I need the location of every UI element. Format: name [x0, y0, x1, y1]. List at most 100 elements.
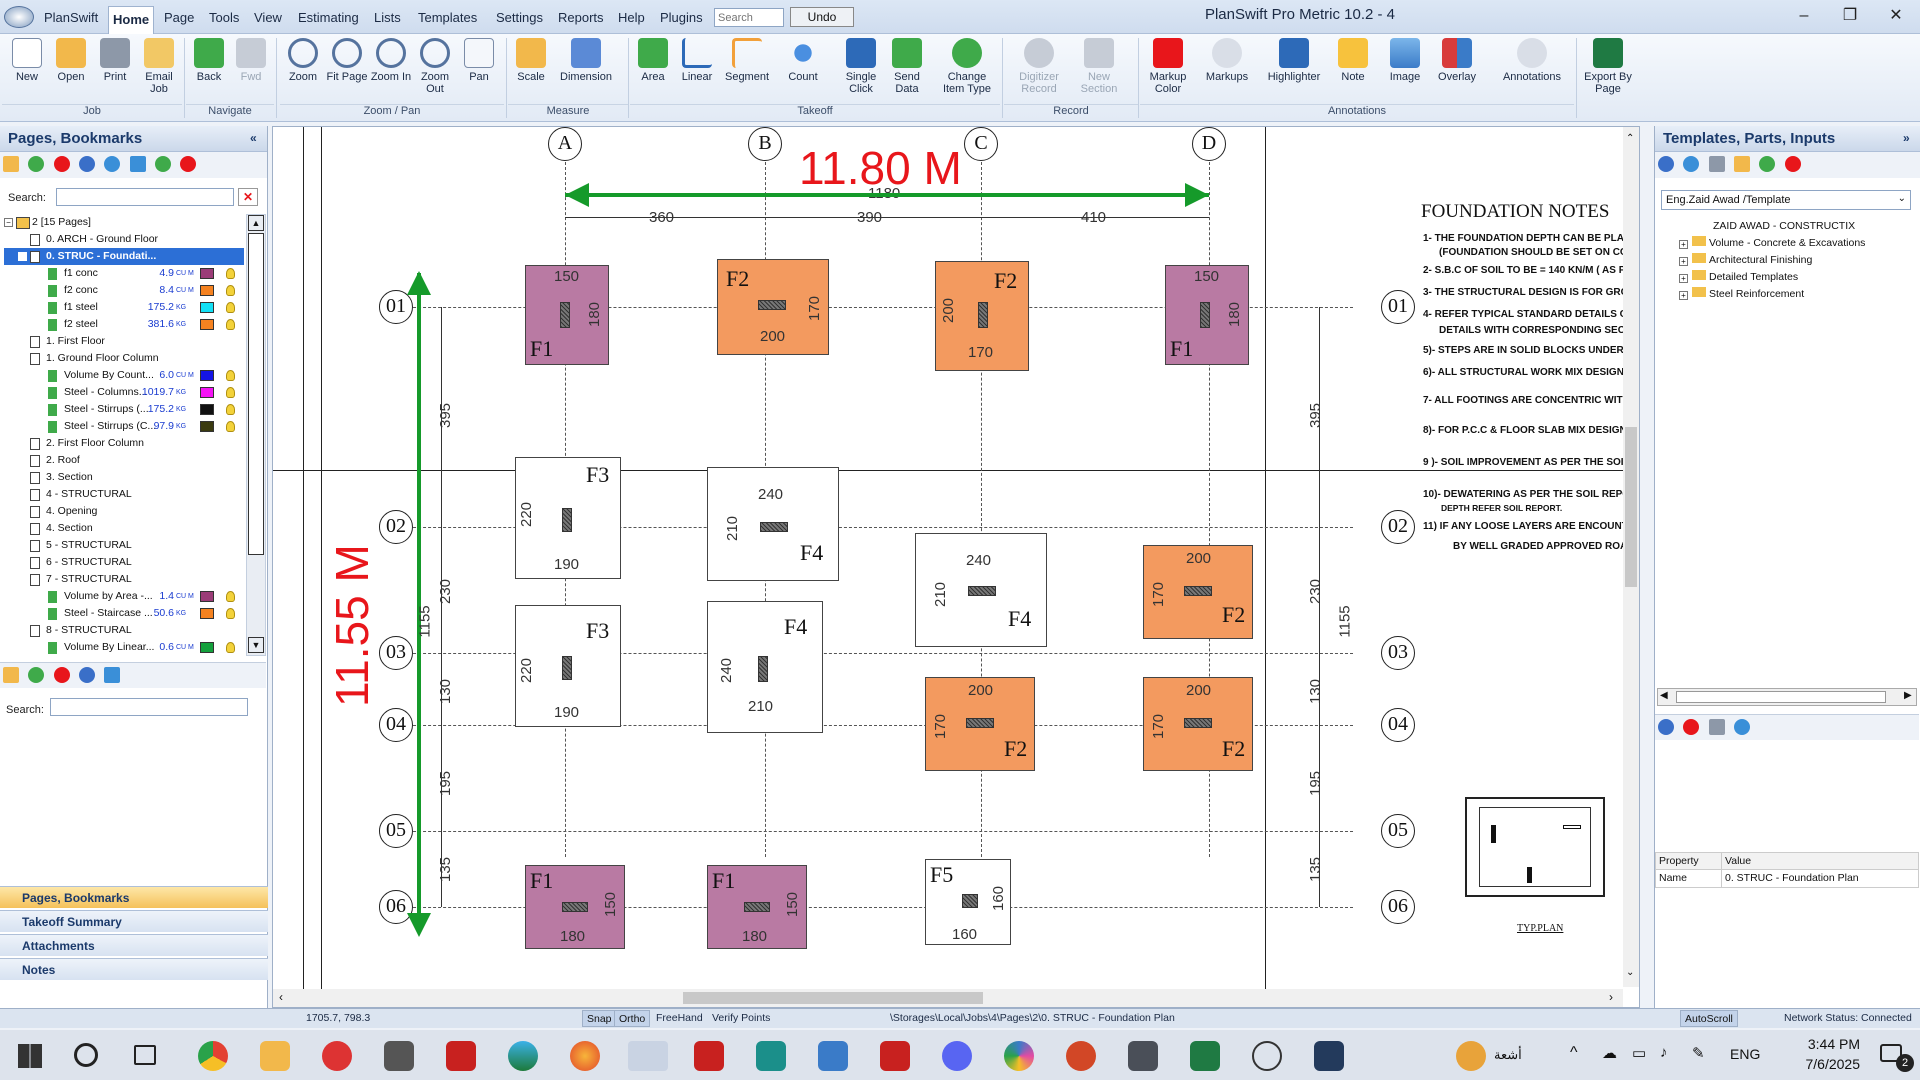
volume-icon[interactable]: ♪: [1660, 1044, 1668, 1061]
measure-line-vertical[interactable]: [417, 273, 421, 933]
planswift-logo-icon[interactable]: [4, 6, 34, 28]
color-swatch-icon[interactable]: [200, 268, 214, 279]
app-icon[interactable]: [818, 1041, 848, 1071]
autoscroll-toggle[interactable]: AutoScroll: [1680, 1010, 1738, 1027]
menu-app[interactable]: PlanSwift: [40, 8, 102, 28]
delete-icon[interactable]: [53, 667, 70, 683]
autocad-icon[interactable]: [880, 1041, 910, 1071]
menu-estimating[interactable]: Estimating: [294, 8, 363, 28]
tree-item[interactable]: + Steel Reinforcement: [1663, 286, 1919, 303]
expander-icon[interactable]: [18, 456, 27, 465]
footing-f2[interactable]: F2 200 170: [1143, 545, 1253, 639]
area-button[interactable]: Area: [630, 38, 676, 104]
tree-root[interactable]: ZAID AWAD - CONSTRUCTIX: [1663, 218, 1919, 235]
dimension-button[interactable]: Dimension: [556, 38, 616, 104]
delete-icon[interactable]: [53, 156, 70, 172]
page-row[interactable]: 1. First Floor: [4, 333, 244, 350]
add-icon[interactable]: [28, 156, 45, 172]
minimize-icon[interactable]: –: [1784, 4, 1824, 28]
footing-f1[interactable]: F1 180 150: [707, 865, 807, 949]
color-swatch-icon[interactable]: [200, 591, 214, 602]
nav-attachments[interactable]: Attachments: [0, 934, 268, 956]
visibility-bulb-icon[interactable]: [226, 370, 235, 381]
tree-item[interactable]: + Detailed Templates: [1663, 269, 1919, 286]
powerpoint-icon[interactable]: [1066, 1041, 1096, 1071]
count-button[interactable]: Count: [780, 38, 826, 104]
clear-search-icon[interactable]: ✕: [238, 188, 258, 206]
nav-pages-bookmarks[interactable]: Pages, Bookmarks: [0, 886, 268, 908]
drawing-canvas[interactable]: A B C D 01 02 03 04 05 06 01 02 03 04 05…: [272, 126, 1640, 1008]
takeoff-item-row[interactable]: f1 steel 175.2 KG: [4, 299, 244, 316]
markups-button[interactable]: Markups: [1202, 38, 1252, 104]
new-section-button[interactable]: New Section: [1074, 38, 1124, 104]
menu-home[interactable]: Home: [108, 6, 155, 34]
app-icon[interactable]: [1252, 1041, 1282, 1071]
color-swatch-icon[interactable]: [200, 421, 214, 432]
page-row[interactable]: 2. Roof: [4, 452, 244, 469]
expander-icon[interactable]: [18, 575, 27, 584]
expander-icon[interactable]: [18, 524, 27, 533]
chevron-right-icon[interactable]: ▶: [1904, 690, 1912, 701]
page-row[interactable]: − 2 [15 Pages]: [4, 214, 244, 231]
folder-icon[interactable]: [1734, 156, 1751, 172]
nav-takeoff-summary[interactable]: Takeoff Summary: [0, 910, 268, 932]
visibility-bulb-icon[interactable]: [226, 387, 235, 398]
color-swatch-icon[interactable]: [200, 387, 214, 398]
collapse-right-icon[interactable]: »: [1903, 131, 1910, 145]
send-data-button[interactable]: Send Data: [884, 38, 930, 104]
tree-item[interactable]: + Architectural Finishing: [1663, 252, 1919, 269]
expander-icon[interactable]: −: [4, 218, 13, 227]
chrome-icon[interactable]: [198, 1041, 228, 1071]
footing-f2[interactable]: F2 200 170: [1143, 677, 1253, 771]
back-button[interactable]: Back: [186, 38, 232, 104]
page-row[interactable]: 0. ARCH - Ground Floor: [4, 231, 244, 248]
page-row[interactable]: 5 - STRUCTURAL: [4, 537, 244, 554]
freehand-toggle[interactable]: FreeHand: [656, 1012, 703, 1024]
page-row[interactable]: 4. Section: [4, 520, 244, 537]
template-select[interactable]: Eng.Zaid Awad /Template ⌄: [1661, 190, 1911, 210]
footing-f1[interactable]: F1 150 180: [525, 265, 609, 365]
collapse-icon[interactable]: [180, 156, 197, 172]
note-button[interactable]: Note: [1330, 38, 1376, 104]
page-row[interactable]: 8 - STRUCTURAL: [4, 622, 244, 639]
menu-plugins[interactable]: Plugins: [656, 8, 707, 28]
footing-f3[interactable]: F3 220 190: [515, 605, 621, 727]
expander-icon[interactable]: [18, 541, 27, 550]
app-icon[interactable]: [322, 1041, 352, 1071]
scroll-up-icon[interactable]: ▲: [248, 215, 264, 231]
footing-f2[interactable]: F2 200 170: [717, 259, 829, 355]
pages-search-input[interactable]: [56, 188, 234, 206]
highlighter-button[interactable]: Highlighter: [1262, 38, 1326, 104]
task-view-icon[interactable]: [134, 1045, 156, 1065]
expander-icon[interactable]: [18, 626, 27, 635]
export-by-page-button[interactable]: Export By Page: [1582, 38, 1634, 104]
expander-icon[interactable]: [18, 337, 27, 346]
grid-icon[interactable]: [1708, 719, 1725, 735]
change-item-type-button[interactable]: Change Item Type: [938, 38, 996, 104]
color-swatch-icon[interactable]: [200, 370, 214, 381]
gear-icon[interactable]: [79, 156, 96, 172]
collapse-left-icon[interactable]: «: [250, 131, 257, 145]
pen-icon[interactable]: ✎: [1692, 1044, 1705, 1062]
canvas-hscroll[interactable]: ‹ ›: [273, 989, 1623, 1007]
linear-button[interactable]: Linear: [674, 38, 720, 104]
firefox-icon[interactable]: [570, 1041, 600, 1071]
chevron-up-icon[interactable]: ⌃: [1626, 133, 1634, 144]
page-row[interactable]: 2. First Floor Column: [4, 435, 244, 452]
zoom-out-button[interactable]: Zoom Out: [412, 38, 458, 104]
menu-settings[interactable]: Settings: [492, 8, 547, 28]
segment-button[interactable]: Segment: [724, 38, 770, 104]
visibility-bulb-icon[interactable]: [226, 285, 235, 296]
edge-icon[interactable]: [508, 1041, 538, 1071]
color-swatch-icon[interactable]: [200, 608, 214, 619]
app-icon[interactable]: [384, 1041, 414, 1071]
visibility-bulb-icon[interactable]: [226, 268, 235, 279]
folder-icon[interactable]: [3, 156, 19, 172]
calculator-icon[interactable]: [1128, 1041, 1158, 1071]
refresh-icon[interactable]: [1734, 719, 1751, 735]
chevron-up-icon[interactable]: ^: [1570, 1044, 1578, 1062]
refresh-icon[interactable]: [1683, 156, 1700, 172]
sort-icon[interactable]: [104, 667, 121, 683]
page-row[interactable]: 6 - STRUCTURAL: [4, 554, 244, 571]
expand-icon[interactable]: [155, 156, 172, 172]
